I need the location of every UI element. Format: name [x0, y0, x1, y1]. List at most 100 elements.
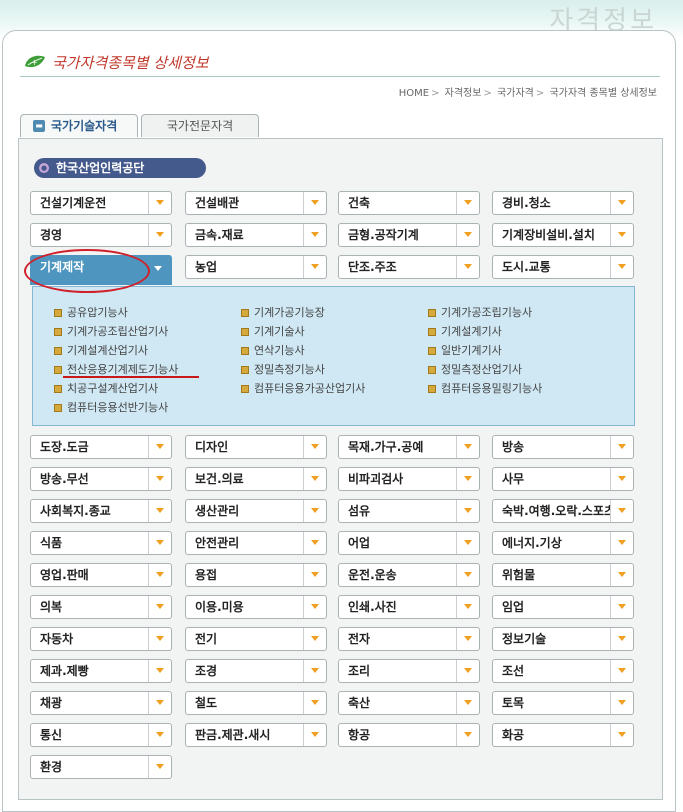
- category-dropdown[interactable]: 조경: [185, 659, 327, 683]
- dropdown-arrow-icon[interactable]: [456, 224, 479, 246]
- dropdown-arrow-icon[interactable]: [610, 628, 633, 650]
- category-dropdown[interactable]: 건축: [338, 191, 480, 215]
- category-dropdown[interactable]: 방송: [492, 435, 634, 459]
- dropdown-arrow-icon[interactable]: [149, 256, 171, 278]
- category-dropdown[interactable]: 금속.재료: [185, 223, 327, 247]
- dropdown-arrow-icon[interactable]: [456, 660, 479, 682]
- dropdown-arrow-icon[interactable]: [610, 564, 633, 586]
- dropdown-arrow-icon[interactable]: [303, 192, 326, 214]
- category-dropdown[interactable]: 환경: [30, 755, 172, 779]
- dropdown-arrow-icon[interactable]: [303, 500, 326, 522]
- category-dropdown[interactable]: 채광: [30, 691, 172, 715]
- category-dropdown[interactable]: 항공: [338, 723, 480, 747]
- category-dropdown[interactable]: 전기: [185, 627, 327, 651]
- dropdown-arrow-icon[interactable]: [303, 628, 326, 650]
- dropdown-arrow-icon[interactable]: [148, 436, 171, 458]
- category-dropdown[interactable]: 인쇄.사진: [338, 595, 480, 619]
- dropdown-arrow-icon[interactable]: [610, 532, 633, 554]
- dropdown-arrow-icon[interactable]: [303, 692, 326, 714]
- dropdown-arrow-icon[interactable]: [610, 192, 633, 214]
- dropdown-arrow-icon[interactable]: [456, 256, 479, 278]
- category-dropdown[interactable]: 이용.미용: [185, 595, 327, 619]
- breadcrumb-item[interactable]: 국가자격: [497, 88, 534, 99]
- category-dropdown[interactable]: 제과.제빵: [30, 659, 172, 683]
- category-dropdown[interactable]: 자동차: [30, 627, 172, 651]
- dropdown-arrow-icon[interactable]: [610, 256, 633, 278]
- category-dropdown[interactable]: 축산: [338, 691, 480, 715]
- dropdown-arrow-icon[interactable]: [456, 436, 479, 458]
- category-dropdown[interactable]: 에너지.기상: [492, 531, 634, 555]
- dropdown-arrow-icon[interactable]: [456, 564, 479, 586]
- category-dropdown[interactable]: 생산관리: [185, 499, 327, 523]
- category-dropdown[interactable]: 디자인: [185, 435, 327, 459]
- category-dropdown[interactable]: 기계장비설비.설치: [492, 223, 634, 247]
- dropdown-arrow-icon[interactable]: [456, 468, 479, 490]
- dropdown-arrow-icon[interactable]: [303, 564, 326, 586]
- dropdown-arrow-icon[interactable]: [610, 436, 633, 458]
- category-dropdown[interactable]: 사무: [492, 467, 634, 491]
- dropdown-arrow-icon[interactable]: [148, 192, 171, 214]
- dropdown-arrow-icon[interactable]: [456, 628, 479, 650]
- category-dropdown[interactable]: 비파괴검사: [338, 467, 480, 491]
- dropdown-arrow-icon[interactable]: [303, 224, 326, 246]
- dropdown-arrow-icon[interactable]: [610, 224, 633, 246]
- dropdown-arrow-icon[interactable]: [303, 532, 326, 554]
- dropdown-arrow-icon[interactable]: [148, 628, 171, 650]
- category-dropdown[interactable]: 도장.도금: [30, 435, 172, 459]
- tab-national-technical[interactable]: ▬ 국가기술자격: [20, 114, 138, 137]
- dropdown-arrow-icon[interactable]: [456, 692, 479, 714]
- dropdown-arrow-icon[interactable]: [456, 192, 479, 214]
- dropdown-arrow-icon[interactable]: [148, 500, 171, 522]
- category-dropdown[interactable]: 건설기계운전: [30, 191, 172, 215]
- category-dropdown[interactable]: 용접: [185, 563, 327, 587]
- dropdown-arrow-icon[interactable]: [456, 596, 479, 618]
- category-dropdown[interactable]: 섬유: [338, 499, 480, 523]
- category-dropdown[interactable]: 정보기술: [492, 627, 634, 651]
- category-dropdown[interactable]: 토목: [492, 691, 634, 715]
- category-dropdown[interactable]: 방송.무선: [30, 467, 172, 491]
- category-dropdown[interactable]: 전자: [338, 627, 480, 651]
- dropdown-arrow-icon[interactable]: [148, 468, 171, 490]
- category-dropdown[interactable]: 임업: [492, 595, 634, 619]
- dropdown-arrow-icon[interactable]: [610, 596, 633, 618]
- category-dropdown[interactable]: 화공: [492, 723, 634, 747]
- category-dropdown[interactable]: 영업.판매: [30, 563, 172, 587]
- category-dropdown[interactable]: 목재.가구.공예: [338, 435, 480, 459]
- category-dropdown[interactable]: 숙박.여행.오락.스포츠: [492, 499, 634, 523]
- dropdown-arrow-icon[interactable]: [303, 468, 326, 490]
- breadcrumb-item[interactable]: 자격정보: [445, 88, 482, 99]
- dropdown-arrow-icon[interactable]: [148, 692, 171, 714]
- dropdown-arrow-icon[interactable]: [303, 660, 326, 682]
- category-dropdown[interactable]: 통신: [30, 723, 172, 747]
- dropdown-arrow-icon[interactable]: [148, 224, 171, 246]
- dropdown-arrow-icon[interactable]: [610, 724, 633, 746]
- category-dropdown[interactable]: 의복: [30, 595, 172, 619]
- dropdown-arrow-icon[interactable]: [610, 660, 633, 682]
- dropdown-arrow-icon[interactable]: [148, 660, 171, 682]
- category-dropdown[interactable]: 판금.제관.새시: [185, 723, 327, 747]
- category-dropdown[interactable]: 철도: [185, 691, 327, 715]
- category-dropdown[interactable]: 어업: [338, 531, 480, 555]
- category-dropdown[interactable]: 위험물: [492, 563, 634, 587]
- category-dropdown[interactable]: 조선: [492, 659, 634, 683]
- dropdown-arrow-icon[interactable]: [456, 724, 479, 746]
- category-dropdown[interactable]: 조리: [338, 659, 480, 683]
- category-dropdown[interactable]: 경영: [30, 223, 172, 247]
- category-dropdown[interactable]: 경비.청소: [492, 191, 634, 215]
- tab-national-professional[interactable]: 국가전문자격: [141, 114, 259, 137]
- dropdown-arrow-icon[interactable]: [303, 724, 326, 746]
- category-dropdown[interactable]: 안전관리: [185, 531, 327, 555]
- dropdown-arrow-icon[interactable]: [303, 596, 326, 618]
- dropdown-arrow-icon[interactable]: [610, 500, 633, 522]
- category-dropdown[interactable]: 사회복지.종교: [30, 499, 172, 523]
- dropdown-arrow-icon[interactable]: [610, 692, 633, 714]
- dropdown-arrow-icon[interactable]: [148, 724, 171, 746]
- dropdown-arrow-icon[interactable]: [456, 532, 479, 554]
- category-dropdown[interactable]: 단조.주조: [338, 255, 480, 279]
- dropdown-arrow-icon[interactable]: [148, 532, 171, 554]
- category-dropdown[interactable]: 금형.공작기계: [338, 223, 480, 247]
- dropdown-arrow-icon[interactable]: [148, 564, 171, 586]
- category-dropdown[interactable]: 운전.운송: [338, 563, 480, 587]
- category-dropdown[interactable]: 도시.교통: [492, 255, 634, 279]
- category-dropdown[interactable]: 건설배관: [185, 191, 327, 215]
